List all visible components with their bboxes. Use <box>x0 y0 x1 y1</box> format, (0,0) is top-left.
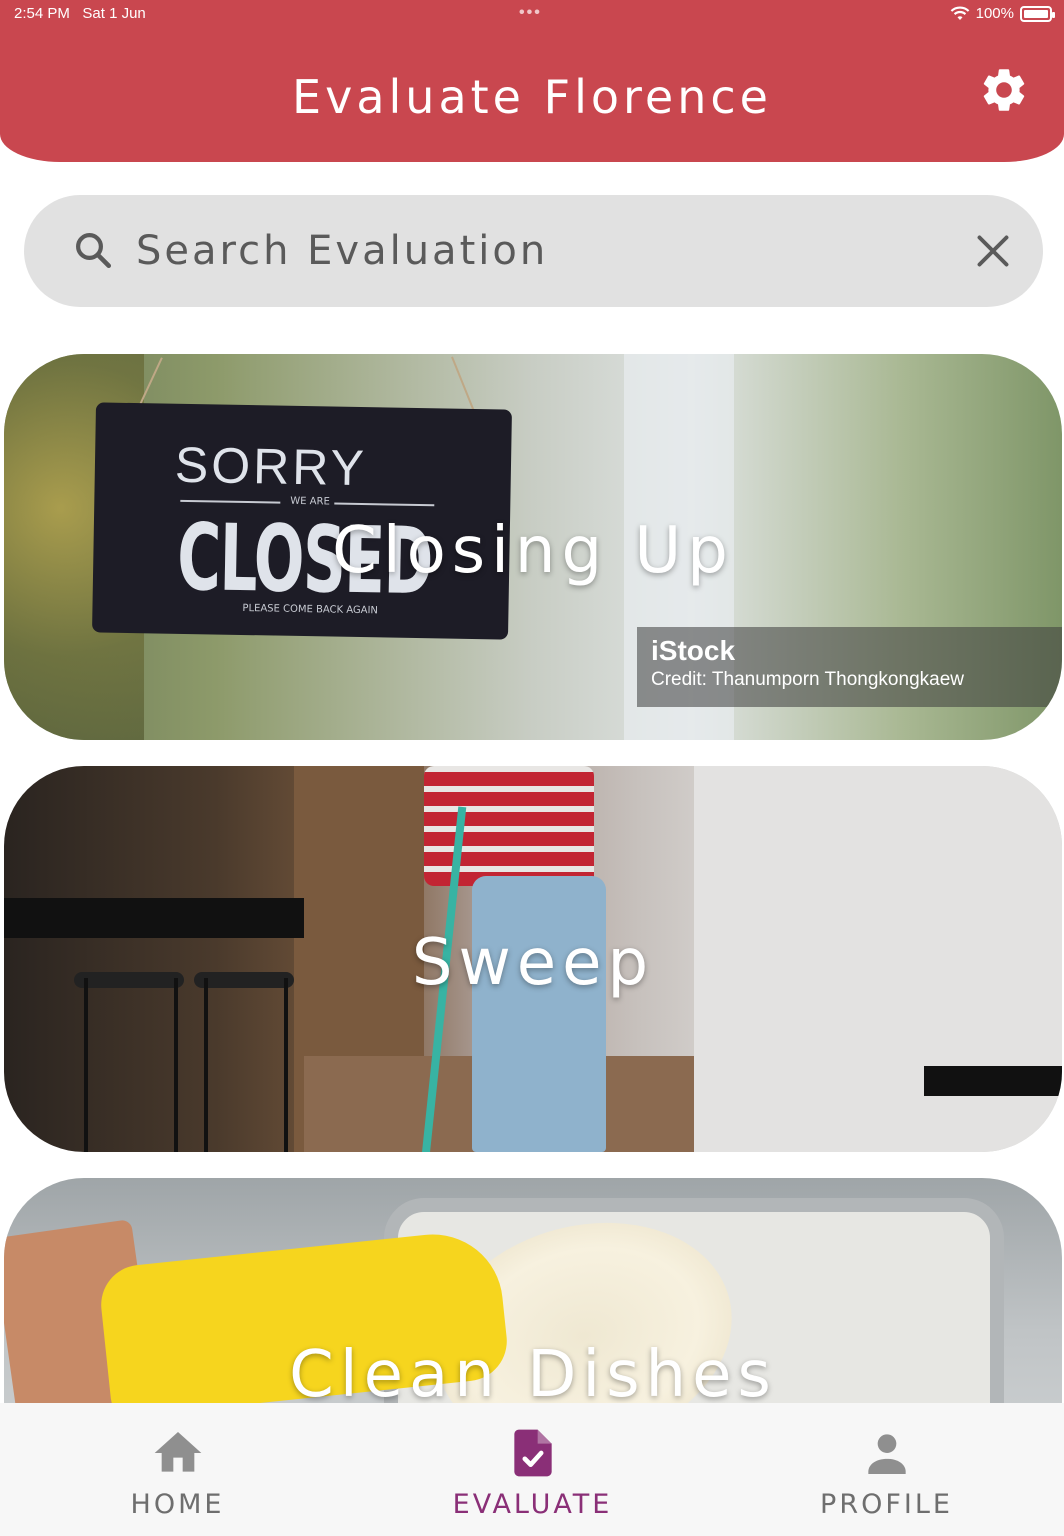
status-bar: 2:54 PM Sat 1 Jun ••• 100% <box>14 4 1055 26</box>
bottom-navigation: HOME EVALUATE PROFILE <box>0 1403 1064 1536</box>
sign-divider <box>180 499 281 504</box>
evaluation-card-closing-up[interactable]: SORRY WE ARE CLOSED PLEASE COME BACK AGA… <box>4 354 1062 740</box>
status-time-date: 2:54 PM Sat 1 Jun <box>14 5 146 22</box>
nav-item-home[interactable]: HOME <box>0 1403 355 1536</box>
close-icon[interactable] <box>975 233 1011 269</box>
card-title: Clean Dishes <box>289 1338 777 1412</box>
battery-icon <box>1020 5 1055 22</box>
status-date: Sat 1 Jun <box>82 5 146 22</box>
istock-watermark: iStock Credit: Thanumporn Thongkongkaew <box>637 627 1062 707</box>
nav-label-profile: PROFILE <box>820 1489 953 1520</box>
search-bar[interactable] <box>24 195 1043 307</box>
header-bar: 2:54 PM Sat 1 Jun ••• 100% Evaluate Flor… <box>0 0 1064 162</box>
page-title: Evaluate Florence <box>292 70 772 124</box>
nav-label-evaluate: EVALUATE <box>452 1489 613 1520</box>
sign-come-back-text: PLEASE COME BACK AGAIN <box>242 602 379 617</box>
stool-leg <box>84 978 88 1152</box>
status-right: 100% <box>950 5 1055 22</box>
stool-leg <box>174 978 178 1152</box>
multitask-dots-icon[interactable]: ••• <box>519 4 542 22</box>
gear-icon[interactable] <box>978 64 1030 116</box>
wifi-icon <box>950 6 969 20</box>
person-icon <box>867 1434 906 1474</box>
watermark-brand: iStock <box>651 635 736 666</box>
evaluation-card-sweep[interactable]: Sweep <box>4 766 1062 1152</box>
nav-label-home: HOME <box>130 1489 225 1520</box>
person-shirt-image <box>424 766 594 886</box>
person-jeans-image <box>472 876 606 1152</box>
status-time: 2:54 PM <box>14 5 70 22</box>
search-icon[interactable] <box>72 229 114 271</box>
stool-leg <box>284 978 288 1152</box>
sign-sorry-text: SORRY <box>174 436 368 497</box>
home-icon <box>154 1432 201 1472</box>
evaluate-document-icon <box>513 1429 552 1477</box>
card-title: Sweep <box>411 926 655 1000</box>
search-input[interactable] <box>136 221 956 281</box>
battery-percent: 100% <box>975 5 1014 22</box>
nav-item-profile[interactable]: PROFILE <box>709 1403 1064 1536</box>
card-title: Closing Up <box>332 514 734 588</box>
watermark-credit: Credit: Thanumporn Thongkongkaew <box>651 669 964 690</box>
window-ledge-image <box>924 1066 1062 1096</box>
stool-leg <box>204 978 208 1152</box>
nav-item-evaluate[interactable]: EVALUATE <box>355 1403 710 1536</box>
sign-divider <box>334 502 435 507</box>
app-screen: 2:54 PM Sat 1 Jun ••• 100% Evaluate Flor… <box>0 0 1064 1536</box>
